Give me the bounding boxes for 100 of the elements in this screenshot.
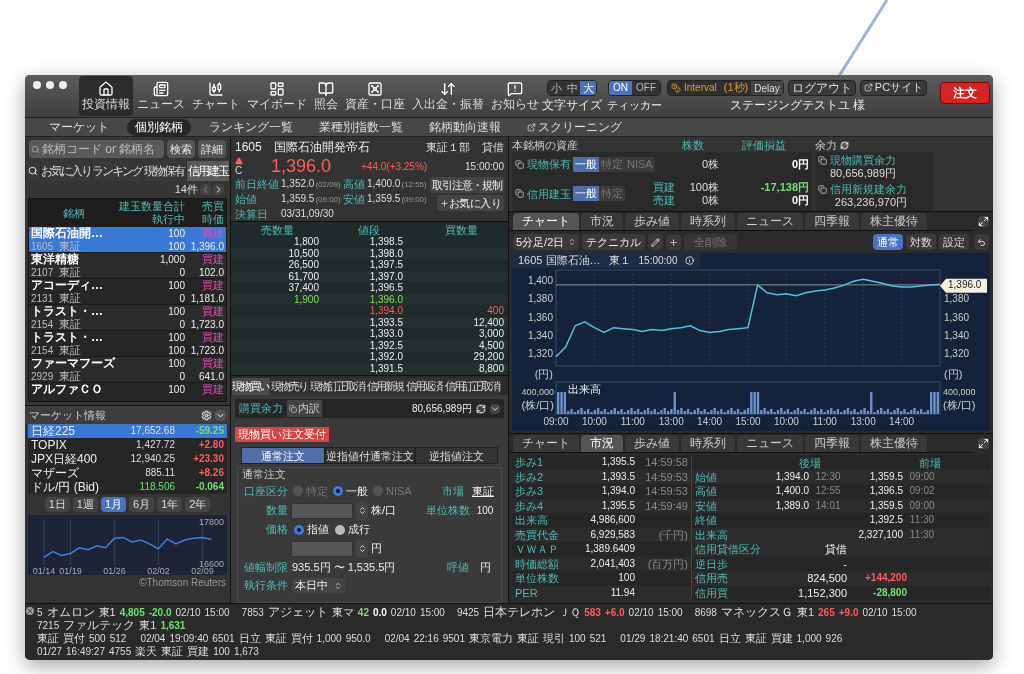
pc-site-button[interactable]: PCサイト bbox=[859, 79, 928, 96]
tab[interactable]: 時系列 bbox=[681, 435, 735, 452]
period-button[interactable]: 1週 bbox=[72, 497, 98, 512]
previous-button[interactable] bbox=[200, 184, 211, 195]
stepper-button[interactable] bbox=[356, 501, 368, 520]
nav-button[interactable]: 投資情報 bbox=[79, 76, 133, 116]
nav-button[interactable]: マイボード bbox=[244, 76, 310, 116]
radio-option[interactable]: 指値 bbox=[294, 521, 329, 538]
index-row[interactable]: マザーズ 885.11 +8.26 bbox=[28, 466, 227, 480]
period-button[interactable]: 1日 bbox=[44, 497, 70, 512]
order-tab[interactable]: 現物訂正取消 bbox=[310, 378, 366, 395]
font-size-button[interactable]: 中 bbox=[564, 80, 580, 95]
logout-button[interactable]: ログアウト bbox=[787, 79, 856, 96]
refresh-button[interactable] bbox=[476, 403, 486, 414]
settings-button[interactable] bbox=[201, 409, 212, 421]
expand-button[interactable] bbox=[978, 438, 989, 449]
period-button[interactable]: 6月 bbox=[129, 497, 155, 512]
scale-button[interactable]: 設定 bbox=[939, 234, 969, 250]
order-tab[interactable]: 信用返済 bbox=[406, 378, 444, 395]
trading-caution-button[interactable]: 取引注意・規制 bbox=[430, 177, 504, 193]
tab[interactable]: 歩み値 bbox=[625, 435, 679, 452]
order-tab[interactable]: 信用訂正取消 bbox=[445, 378, 501, 395]
radio-option[interactable]: 一般 bbox=[333, 482, 368, 500]
scale-button[interactable]: 対数 bbox=[906, 234, 936, 250]
tab[interactable]: 歩み値 bbox=[625, 213, 679, 230]
font-size-button[interactable]: 大 bbox=[580, 80, 596, 95]
info-icon[interactable] bbox=[685, 256, 695, 265]
period-select[interactable]: 5分足/2日 bbox=[513, 234, 580, 250]
order-type-tab[interactable]: 通常注文 bbox=[241, 447, 325, 464]
nav-button[interactable]: ニュース bbox=[134, 76, 188, 116]
account-tab[interactable]: 一般 bbox=[573, 156, 599, 172]
order-tab[interactable]: 現物買い bbox=[232, 378, 270, 395]
list-tab[interactable]: お気に入り bbox=[41, 161, 91, 181]
section-tab[interactable]: 業種別指数一覧 bbox=[311, 118, 411, 136]
tab[interactable]: 四季報 bbox=[805, 435, 859, 452]
period-button[interactable]: 2年 bbox=[185, 497, 211, 512]
section-tab[interactable]: 銘柄動向速報 bbox=[421, 118, 509, 136]
tab[interactable]: ニュース bbox=[737, 213, 803, 230]
favorite-button[interactable]: お気に入り bbox=[436, 195, 504, 211]
tab[interactable]: 株主優待 bbox=[861, 213, 927, 230]
next-button[interactable] bbox=[213, 184, 224, 195]
draw-button[interactable] bbox=[648, 234, 664, 250]
tab[interactable]: 四季報 bbox=[805, 213, 859, 230]
order-type-tab[interactable]: 逆指値付通常注文 bbox=[324, 447, 415, 464]
font-size-button[interactable]: 小 bbox=[548, 80, 564, 95]
add-button[interactable] bbox=[666, 234, 682, 250]
nav-button[interactable]: 照会 bbox=[311, 76, 341, 116]
nav-button[interactable]: 入出金・振替 bbox=[409, 76, 487, 116]
search-field[interactable]: 銘柄コード or 銘柄名 bbox=[29, 140, 164, 158]
account-tab[interactable]: 一般 bbox=[573, 186, 599, 202]
scale-button[interactable]: 通常 bbox=[873, 234, 903, 250]
watchlist-row[interactable]: ファーマフーズ 2929 東証 100 0 買建 641.0 bbox=[29, 357, 226, 383]
condition-select[interactable]: 本日中 bbox=[292, 578, 345, 593]
close-button[interactable] bbox=[26, 607, 34, 615]
section-tab[interactable]: スクリーニング bbox=[519, 118, 630, 136]
watchlist-row[interactable]: アコーディ… 2131 東証 100 0 買建 1,181.0 bbox=[29, 279, 226, 305]
refresh-button[interactable] bbox=[840, 140, 849, 150]
watchlist-row[interactable]: 東洋精糖 2107 東証 1,000 0 買建 102.0 bbox=[29, 253, 226, 279]
search-tab[interactable] bbox=[26, 161, 40, 181]
tab[interactable]: チャート bbox=[513, 213, 579, 230]
watchlist-row[interactable]: トラスト・… 2154 東証 100 0 買建 1,723.0 bbox=[29, 305, 226, 331]
nav-button[interactable]: 資産・口座 bbox=[342, 76, 408, 116]
collapse-button[interactable] bbox=[215, 409, 226, 421]
index-row[interactable]: JPX日経400 12,940.25 +23.30 bbox=[28, 452, 227, 466]
stepper-button[interactable] bbox=[356, 539, 368, 558]
search-button[interactable]: 詳細 bbox=[198, 140, 226, 158]
quantity-field[interactable] bbox=[291, 502, 353, 519]
watchlist-row[interactable]: 国際石油開… 1605 東証 100 100 買建 1,396.0 bbox=[29, 227, 226, 253]
section-tab[interactable]: 個別銘柄 bbox=[127, 118, 191, 136]
undo-button[interactable] bbox=[974, 234, 989, 250]
technical-button[interactable]: テクニカル bbox=[582, 234, 646, 250]
price-field[interactable] bbox=[291, 540, 353, 557]
collapse-button[interactable] bbox=[490, 403, 500, 414]
nav-button[interactable]: お知らせ bbox=[488, 76, 542, 116]
list-tab[interactable]: 信用建玉 bbox=[186, 161, 229, 181]
radio-option[interactable]: 成行 bbox=[335, 521, 370, 538]
tab[interactable]: 市況 bbox=[581, 435, 623, 452]
tab[interactable]: 時系列 bbox=[681, 213, 735, 230]
list-tab[interactable]: 現物保有 bbox=[143, 161, 186, 181]
section-tab[interactable]: ランキング一覧 bbox=[201, 118, 301, 136]
index-row[interactable]: 日経225 17,652.68 -59.25 bbox=[28, 424, 227, 438]
order-tab[interactable]: 信用新規 bbox=[367, 378, 405, 395]
order-tab[interactable]: 現物売り bbox=[271, 378, 309, 395]
search-button[interactable]: 検索 bbox=[167, 140, 195, 158]
tab[interactable]: 市況 bbox=[581, 213, 623, 230]
tab[interactable]: チャート bbox=[513, 435, 579, 452]
ticker-toggle-button[interactable]: OFF bbox=[632, 80, 660, 95]
order-button[interactable]: 注文 bbox=[940, 81, 991, 104]
index-row[interactable]: TOPIX 1,427.72 +2.80 bbox=[28, 438, 227, 452]
breakdown-button[interactable]: 内訳 bbox=[287, 400, 322, 417]
index-row[interactable]: ドル/円 (Bid) 118.506 -0.064 bbox=[28, 480, 227, 494]
expand-button[interactable] bbox=[978, 216, 989, 227]
nav-button[interactable]: チャート bbox=[189, 76, 243, 116]
watchlist-row[interactable]: トラスト・… 2154 東証 100 100 買建 1,723.0 bbox=[29, 331, 226, 357]
order-type-tab[interactable]: 逆指値注文 bbox=[414, 447, 498, 464]
delay-button[interactable]: Delay bbox=[751, 80, 783, 95]
list-tab[interactable]: ランキング bbox=[92, 161, 142, 181]
section-tab[interactable]: マーケット bbox=[41, 118, 117, 136]
period-button[interactable]: 1年 bbox=[157, 497, 183, 512]
tab[interactable]: 株主優待 bbox=[861, 435, 927, 452]
